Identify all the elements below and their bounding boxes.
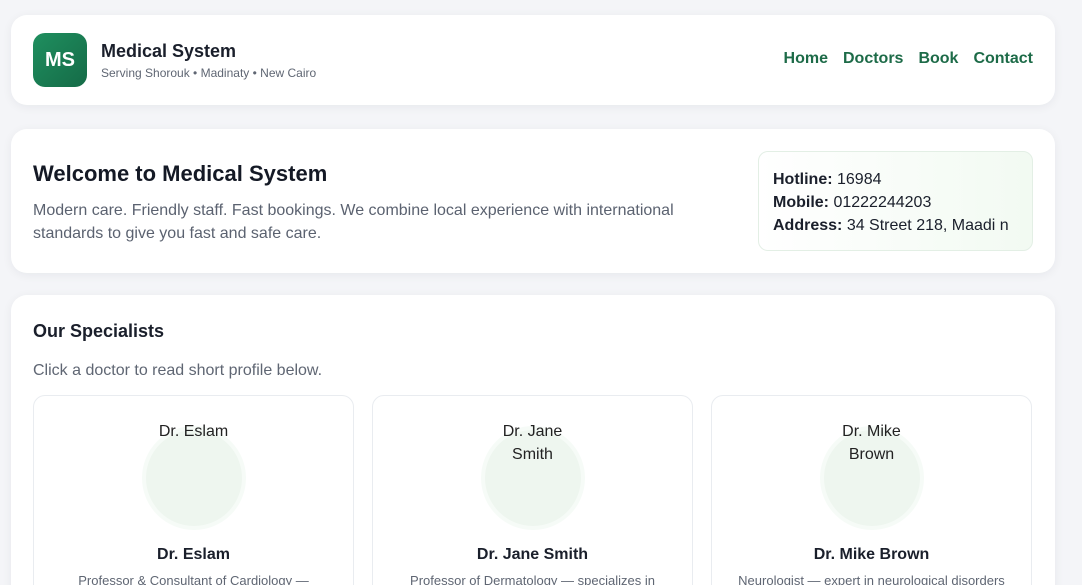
nav-contact[interactable]: Contact bbox=[973, 50, 1033, 68]
doctor-description: Professor & Consultant of Cardiology — bbox=[78, 573, 309, 585]
address-line: Address: 34 Street 218, Maadi n bbox=[773, 214, 1032, 237]
specialists-section: Our Specialists Click a doctor to read s… bbox=[11, 295, 1055, 585]
doctor-photo-alt-text: Dr. Mike Brown bbox=[842, 423, 901, 463]
mobile-value[interactable]: 01222244203 bbox=[833, 194, 931, 211]
welcome-text: Modern care. Friendly staff. Fast bookin… bbox=[33, 202, 674, 242]
welcome-title: Welcome to Medical System bbox=[33, 161, 328, 186]
address-value: 34 Street 218, Maadi n bbox=[846, 217, 1009, 234]
contact-info-box: Hotline: 16984 Mobile: 01222244203 Addre… bbox=[758, 151, 1033, 251]
doctor-description: Neurologist — expert in neurological dis… bbox=[738, 573, 1005, 585]
nav-book[interactable]: Book bbox=[918, 50, 958, 68]
site-subtitle: Serving Shorouk • Madinaty • New Cairo bbox=[101, 66, 317, 80]
hotline-label: Hotline: bbox=[773, 171, 833, 188]
hotline-line: Hotline: 16984 bbox=[773, 168, 1032, 191]
specialists-lead: Click a doctor to read short profile bel… bbox=[33, 362, 323, 379]
doctor-card-jane-smith[interactable]: Dr. Jane Smith Dr. Jane Smith Professor … bbox=[372, 395, 693, 585]
main-nav: Home Doctors Book Contact bbox=[784, 50, 1033, 68]
doctor-name: Dr. Jane Smith bbox=[476, 546, 589, 563]
site-title: Medical System bbox=[101, 41, 237, 61]
specialists-title: Our Specialists bbox=[33, 321, 165, 341]
doctor-photo-alt-text: Dr. Jane Smith bbox=[502, 423, 563, 463]
logo-badge[interactable]: MS bbox=[33, 33, 87, 87]
doctor-card-mike-brown[interactable]: Dr. Mike Brown Dr. Mike Brown Neurologis… bbox=[711, 395, 1032, 585]
doctor-card-eslam[interactable]: Dr. Eslam Dr. Eslam Professor & Consulta… bbox=[33, 395, 354, 585]
doctor-description: Professor of Dermatology — specializes i… bbox=[410, 573, 655, 585]
mobile-line: Mobile: 01222244203 bbox=[773, 191, 1032, 214]
mobile-label: Mobile: bbox=[773, 194, 829, 211]
nav-doctors[interactable]: Doctors bbox=[843, 50, 903, 68]
hotline-value[interactable]: 16984 bbox=[837, 171, 882, 188]
address-label: Address: bbox=[773, 217, 843, 234]
doctor-photo-alt-text: Dr. Eslam bbox=[158, 423, 229, 440]
site-header: MS Medical System Serving Shorouk • Madi… bbox=[11, 15, 1055, 105]
welcome-section: Welcome to Medical System Modern care. F… bbox=[11, 129, 1055, 273]
doctor-name: Dr. Mike Brown bbox=[813, 546, 930, 563]
doctor-name: Dr. Eslam bbox=[157, 546, 230, 563]
nav-home[interactable]: Home bbox=[784, 50, 828, 68]
